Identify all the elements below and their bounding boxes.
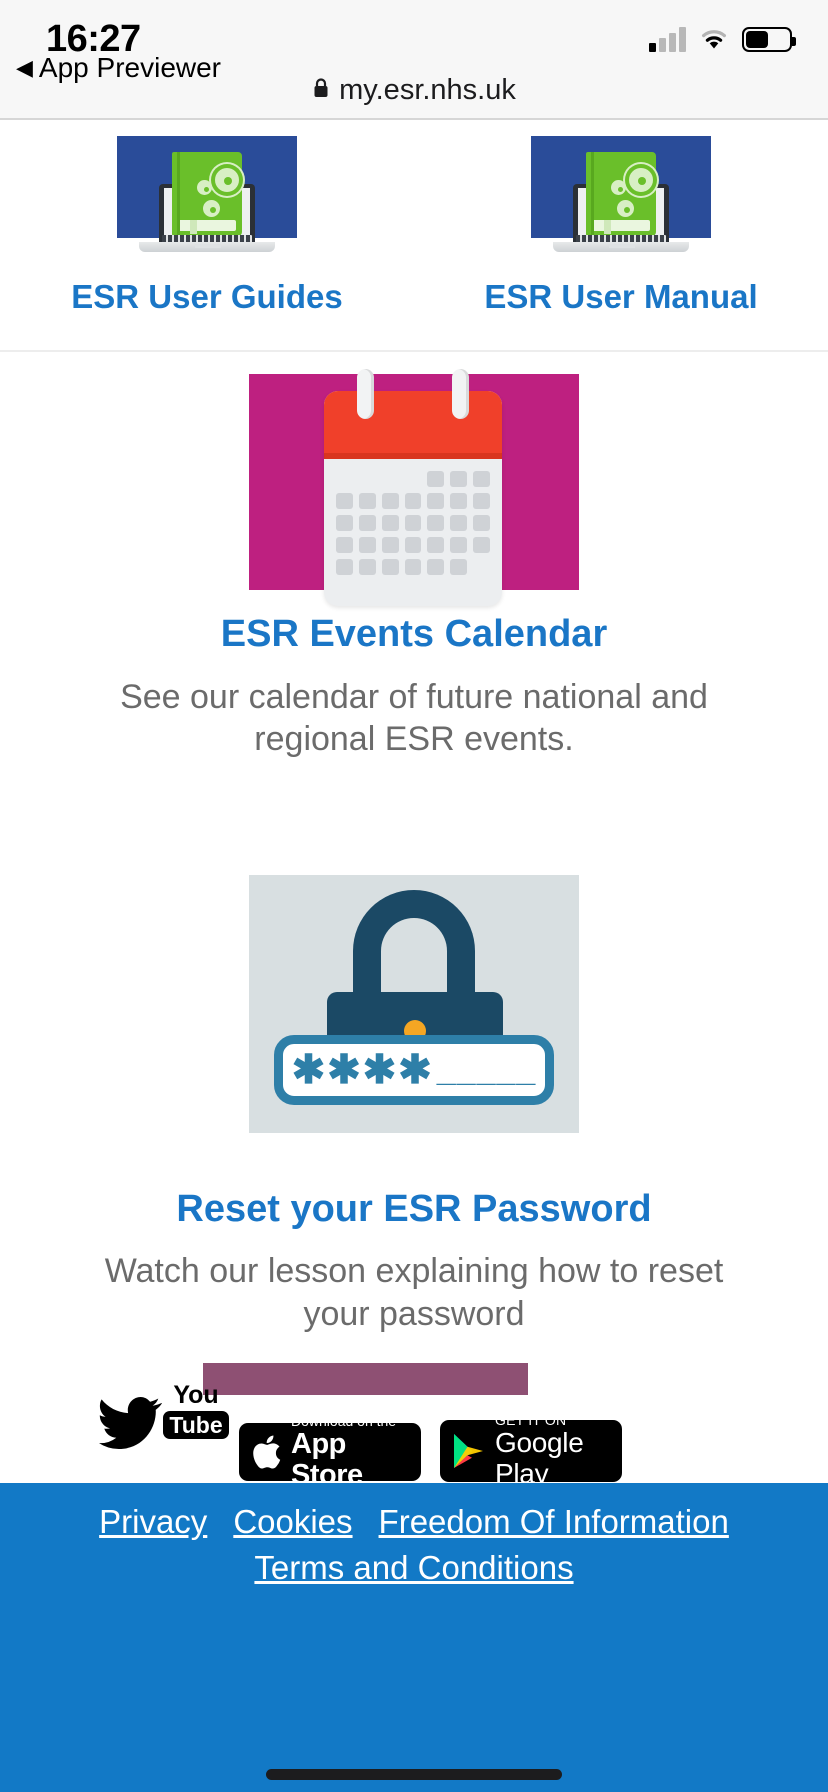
page-content: ESR User Guides ESR User Manual ESR Even…	[0, 120, 828, 1335]
youtube-label-bottom: Tube	[163, 1411, 229, 1440]
phone-screen: 16:27 ◀ App Previewer my.esr.nhs.uk ESR …	[0, 0, 828, 1792]
status-indicators	[649, 26, 796, 52]
calendar-ring-icon	[357, 368, 374, 419]
password-dashes: _____	[436, 1050, 537, 1089]
footer-link-cookies[interactable]: Cookies	[233, 1499, 352, 1545]
youtube-label-top: You	[173, 1381, 219, 1409]
home-indicator[interactable]	[266, 1769, 562, 1780]
tile-esr-user-manual[interactable]: ESR User Manual	[414, 136, 828, 316]
footer-link-terms-and-conditions[interactable]: Terms and Conditions	[254, 1545, 573, 1591]
tile-label[interactable]: ESR User Manual	[484, 278, 757, 316]
battery-icon	[742, 26, 796, 52]
password-field-graphic: ✱✱✱✱ _____	[274, 1034, 554, 1105]
apple-logo-icon	[251, 1434, 282, 1470]
footer-link-freedom-of-information[interactable]: Freedom Of Information	[379, 1499, 729, 1545]
app-store-small-label: Download on the	[291, 1412, 397, 1429]
footer-link-privacy[interactable]: Privacy	[99, 1499, 207, 1545]
google-play-badge[interactable]: GET IT ON Google Play	[440, 1412, 622, 1489]
laptop-book-gears-icon	[117, 136, 297, 254]
reset-password-link[interactable]: Reset your ESR Password	[176, 1187, 651, 1233]
google-play-logo-icon	[452, 1432, 486, 1470]
reset-password-description: Watch our lesson explaining how to reset…	[104, 1252, 724, 1333]
twitter-icon[interactable]	[96, 1395, 163, 1455]
tile-esr-user-guides[interactable]: ESR User Guides	[0, 136, 414, 316]
youtube-icon[interactable]: You Tube	[163, 1381, 229, 1453]
tile-label[interactable]: ESR User Guides	[71, 278, 342, 316]
app-store-big-label: App Store	[291, 1428, 363, 1491]
events-calendar-link[interactable]: ESR Events Calendar	[221, 612, 607, 658]
laptop-book-gears-icon	[531, 136, 711, 254]
padlock-password-icon[interactable]: ✱✱✱✱ _____	[249, 874, 579, 1133]
guides-row: ESR User Guides ESR User Manual	[0, 120, 828, 316]
footer-bar: Privacy Cookies Freedom Of Information T…	[0, 1483, 828, 1792]
secure-lock-icon	[312, 75, 330, 106]
partial-banner-strip	[203, 1363, 528, 1395]
footer-links: Privacy Cookies Freedom Of Information T…	[0, 1483, 828, 1591]
events-calendar-block: ESR Events Calendar See our calendar of …	[0, 352, 828, 761]
events-calendar-icon[interactable]	[249, 368, 579, 606]
app-store-badge[interactable]: Download on the App Store	[239, 1413, 421, 1490]
calendar-ring-icon	[452, 368, 469, 419]
cellular-signal-icon	[649, 26, 686, 52]
password-stars: ✱✱✱✱	[291, 1047, 434, 1092]
wifi-icon	[698, 27, 730, 51]
reset-password-block: ✱✱✱✱ _____ Reset your ESR Password Watch…	[0, 865, 828, 1336]
google-play-big-label: Google Play	[495, 1426, 584, 1489]
url-text[interactable]: my.esr.nhs.uk	[339, 74, 516, 107]
google-play-small-label: GET IT ON	[495, 1411, 567, 1428]
events-calendar-description: See our calendar of future national and …	[120, 677, 708, 759]
